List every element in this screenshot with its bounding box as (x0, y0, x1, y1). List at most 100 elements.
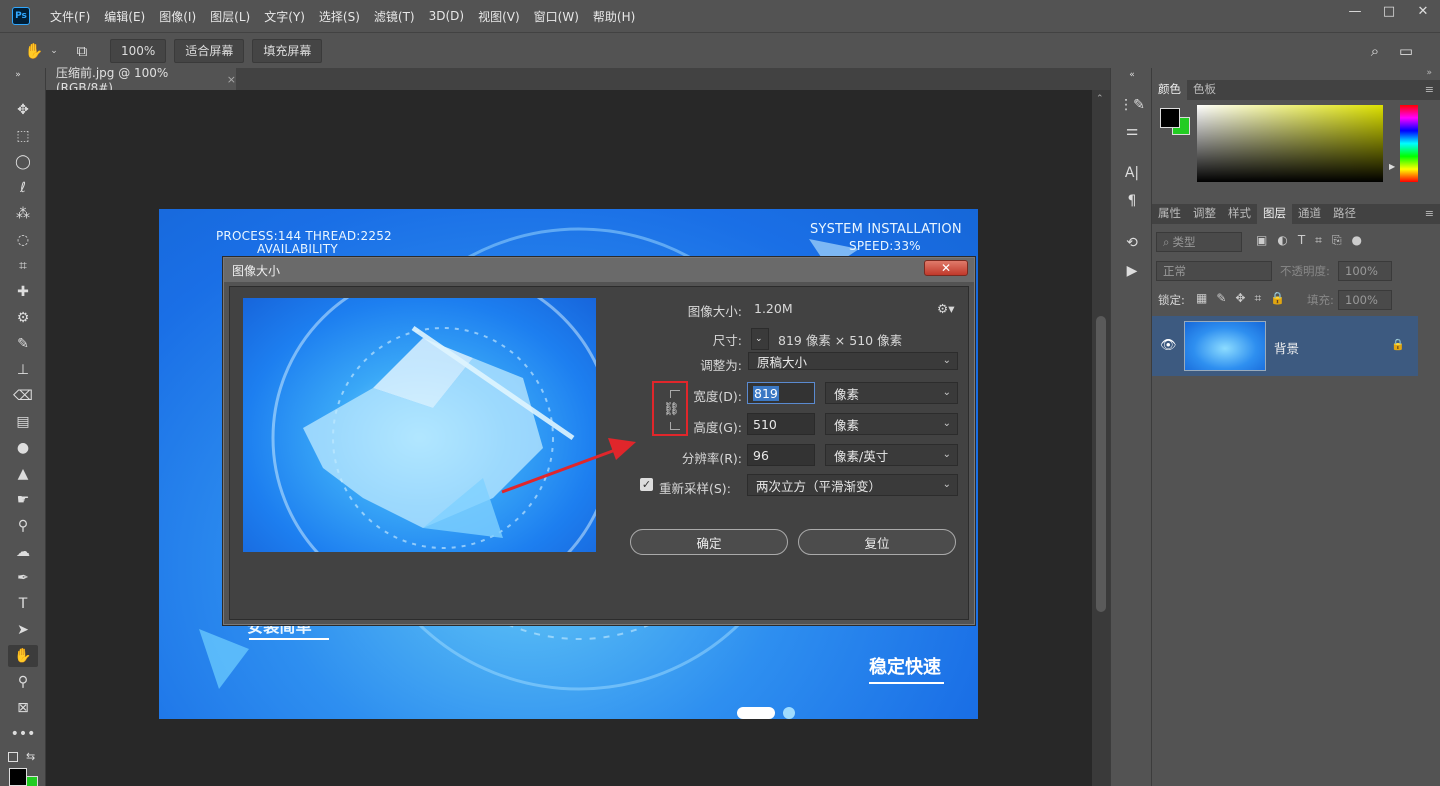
sharpen-tool-icon[interactable]: ▲ (11, 463, 35, 485)
chevron-down-icon[interactable]: ⌄ (48, 39, 60, 63)
filter-smart-object-icon[interactable]: ⎘ (1332, 233, 1352, 247)
history-icon[interactable]: ⟲ (1121, 232, 1143, 254)
healing-brush-tool-icon[interactable]: ✚ (11, 281, 35, 303)
blend-mode-dropdown[interactable]: 正常 (1156, 261, 1272, 281)
menu-help[interactable]: 帮助(H) (593, 8, 635, 25)
brush-tool-icon[interactable]: ✎ (11, 333, 35, 355)
hand-tool-preset-icon[interactable]: ✋ (20, 39, 48, 63)
tab-paths[interactable]: 路径 (1327, 205, 1362, 224)
menu-file[interactable]: 文件(F) (50, 8, 90, 25)
resolution-unit-dropdown[interactable]: 像素/英寸 ⌄ (825, 444, 958, 466)
crop-tool-icon[interactable]: ⌗ (11, 255, 35, 277)
filter-shape-icon[interactable]: ⌗ (1315, 233, 1332, 247)
filter-pixel-icon[interactable]: ▣ (1256, 233, 1277, 247)
menu-layer[interactable]: 图层(L) (210, 8, 250, 25)
resample-method-dropdown[interactable]: 两次立方（平滑渐变） ⌄ (747, 474, 958, 496)
tab-styles[interactable]: 样式 (1222, 205, 1257, 224)
lock-image-icon[interactable]: ✎ (1216, 291, 1235, 305)
tab-channels[interactable]: 通道 (1292, 205, 1327, 224)
panel-foreground-color-swatch[interactable] (1160, 108, 1180, 128)
filter-type-icon[interactable]: T (1298, 233, 1315, 247)
hand-tool-icon[interactable]: ✋ (8, 645, 38, 667)
menu-type[interactable]: 文字(Y) (264, 8, 305, 25)
panel-menu-icon[interactable]: ≡ (1425, 207, 1434, 220)
tab-swatches[interactable]: 色板 (1187, 81, 1222, 100)
fill-input[interactable]: 100% (1338, 290, 1392, 310)
height-unit-dropdown[interactable]: 像素 ⌄ (825, 413, 958, 435)
image-preview[interactable] (243, 298, 596, 552)
settings-gear-icon[interactable]: ⚙▾ (937, 301, 954, 316)
collapse-dock-icon[interactable]: « (1121, 68, 1143, 82)
patch-tool-icon[interactable]: ⚙ (11, 307, 35, 329)
clone-stamp-tool-icon[interactable]: ⊥ (11, 359, 35, 381)
filter-adjustment-icon[interactable]: ◐ (1277, 233, 1297, 247)
layer-row-background[interactable]: 👁 背景 🔒 (1152, 316, 1418, 376)
brush-settings-icon[interactable]: ⋮✎ (1119, 94, 1145, 116)
path-selection-tool-icon[interactable]: ➤ (11, 619, 35, 641)
dimensions-unit-dropdown[interactable]: ⌄ (751, 328, 769, 350)
scroll-all-windows-icon[interactable]: ⧉ (68, 39, 96, 63)
character-icon[interactable]: A| (1121, 162, 1143, 184)
default-colors-icon[interactable] (8, 752, 18, 762)
smudge-tool-icon[interactable]: ☛ (11, 489, 35, 511)
menu-image[interactable]: 图像(I) (159, 8, 196, 25)
paragraph-icon[interactable]: ¶ (1121, 190, 1143, 212)
quick-selection-tool-icon[interactable]: ◌ (11, 229, 35, 251)
ellipse-marquee-tool-icon[interactable]: ◯ (11, 151, 35, 173)
tab-adjustments[interactable]: 调整 (1187, 205, 1222, 224)
workspace-icon[interactable]: ▭ (1392, 39, 1420, 63)
close-window-button[interactable]: ✕ (1406, 0, 1440, 22)
height-input[interactable]: 510 (747, 413, 815, 435)
adjustment-sliders-icon[interactable]: ⚌ (1121, 120, 1143, 142)
scrollbar-thumb[interactable] (1096, 316, 1106, 612)
dialog-close-button[interactable]: ✕ (924, 260, 968, 276)
color-picker-field[interactable] (1197, 105, 1383, 182)
fit-to-dropdown[interactable]: 原稿大小 ⌄ (748, 352, 958, 370)
tab-properties[interactable]: 属性 (1152, 205, 1187, 224)
resample-checkbox[interactable]: ✓ (640, 478, 653, 491)
panel-menu-icon[interactable]: ≡ (1425, 83, 1434, 96)
lock-transparent-icon[interactable]: ▦ (1196, 291, 1216, 305)
document-tab[interactable]: 压缩前.jpg @ 100%(RGB/8#) × (46, 66, 236, 95)
frame-tool-icon[interactable]: ⊠ (11, 697, 35, 719)
expand-panels-icon[interactable]: » (1426, 68, 1432, 78)
opacity-input[interactable]: 100% (1338, 261, 1392, 281)
reset-button[interactable]: 复位 (798, 529, 956, 555)
move-tool-icon[interactable]: ✥ (11, 99, 35, 121)
close-tab-icon[interactable]: × (227, 73, 236, 86)
lasso-tool-icon[interactable]: ℓ (11, 177, 35, 199)
lock-all-icon[interactable]: 🔒 (1270, 291, 1294, 305)
dodge-tool-icon[interactable]: ⚲ (11, 515, 35, 537)
layer-filter-dropdown[interactable]: ⌕ 类型 (1156, 232, 1242, 252)
type-tool-icon[interactable]: T (11, 593, 35, 615)
resolution-input[interactable]: 96 (747, 444, 815, 466)
menu-edit[interactable]: 编辑(E) (104, 8, 145, 25)
filter-toggle-icon[interactable]: ● (1352, 233, 1372, 247)
eraser-tool-icon[interactable]: ⌫ (11, 385, 35, 407)
zoom-tool-icon[interactable]: ⚲ (11, 671, 35, 693)
actions-play-icon[interactable]: ▶ (1121, 260, 1143, 282)
sponge-tool-icon[interactable]: ☁ (11, 541, 35, 563)
menu-window[interactable]: 窗口(W) (534, 8, 579, 25)
ok-button[interactable]: 确定 (630, 529, 788, 555)
menu-filter[interactable]: 滤镜(T) (374, 8, 415, 25)
magic-wand-tool-icon[interactable]: ⁂ (11, 203, 35, 225)
more-tools-icon[interactable]: ••• (11, 723, 36, 745)
blur-tool-icon[interactable]: ● (11, 437, 35, 459)
vertical-scrollbar[interactable]: ⌃ (1092, 90, 1110, 786)
gradient-tool-icon[interactable]: ▤ (11, 411, 35, 433)
maximize-button[interactable]: □ (1372, 0, 1406, 22)
zoom-100-button[interactable]: 100% (110, 38, 167, 63)
swap-colors-icon[interactable]: ⇆ (26, 750, 35, 763)
marquee-tool-icon[interactable]: ⬚ (11, 125, 35, 147)
fill-screen-button[interactable]: 填充屏幕 (252, 38, 323, 63)
width-unit-dropdown[interactable]: 像素 ⌄ (825, 382, 958, 404)
visibility-eye-icon[interactable]: 👁 (1160, 338, 1177, 353)
pen-tool-icon[interactable]: ✒ (11, 567, 35, 589)
minimize-button[interactable]: — (1338, 0, 1372, 22)
tab-layers[interactable]: 图层 (1257, 202, 1292, 224)
hue-slider[interactable] (1400, 105, 1418, 182)
menu-select[interactable]: 选择(S) (319, 8, 360, 25)
menu-view[interactable]: 视图(V) (478, 8, 520, 25)
dialog-title-bar[interactable]: 图像大小 ✕ (224, 258, 974, 282)
